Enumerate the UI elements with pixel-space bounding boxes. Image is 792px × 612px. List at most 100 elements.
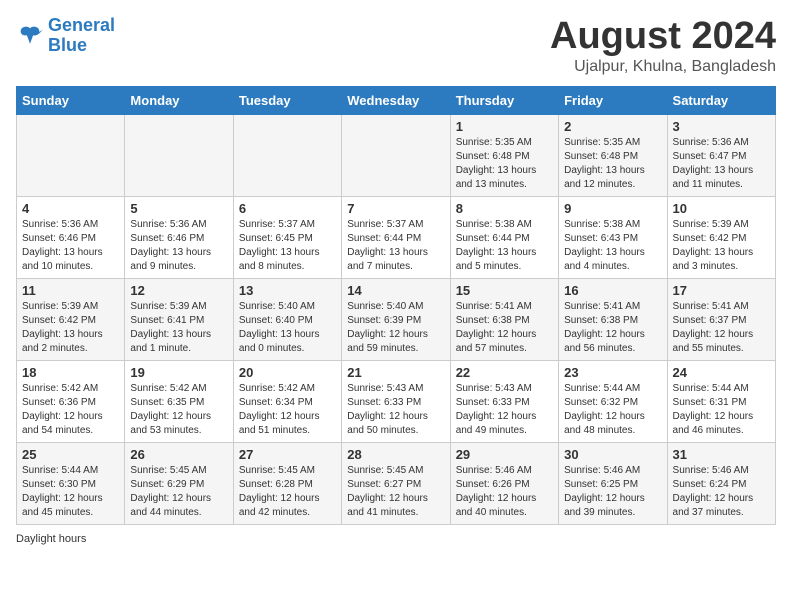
day-number: 12 [130,283,227,298]
day-info: Sunrise: 5:39 AM Sunset: 6:42 PM Dayligh… [673,218,770,274]
calendar-week-row: 1 Sunrise: 5:35 AM Sunset: 6:48 PM Daylig… [17,114,776,196]
logo: General Blue [16,16,115,56]
calendar-cell [342,114,450,196]
logo-icon [16,22,44,50]
day-number: 9 [564,201,661,216]
day-number: 20 [239,365,336,380]
calendar-cell: 16Sunrise: 5:41 AM Sunset: 6:38 PM Dayli… [559,278,667,360]
calendar-cell: 22Sunrise: 5:43 AM Sunset: 6:33 PM Dayli… [450,360,558,442]
day-number: 2 [564,119,661,134]
calendar-cell: 25Sunrise: 5:44 AM Sunset: 6:30 PM Dayli… [17,442,125,524]
calendar-cell: 2 Sunrise: 5:35 AM Sunset: 6:48 PM Daylig… [559,114,667,196]
day-info: Sunrise: 5:43 AM Sunset: 6:33 PM Dayligh… [347,382,444,438]
day-info: Sunrise: 5:40 AM Sunset: 6:40 PM Dayligh… [239,300,336,356]
day-info: Sunrise: 5:36 AM Sunset: 6:46 PM Dayligh… [22,218,119,274]
col-friday: Friday [559,86,667,114]
day-info: Sunrise: 5:42 AM Sunset: 6:36 PM Dayligh… [22,382,119,438]
day-info: Sunrise: 5:41 AM Sunset: 6:37 PM Dayligh… [673,300,770,356]
day-number: 4 [22,201,119,216]
calendar-cell [17,114,125,196]
calendar-cell: 9 Sunrise: 5:38 AM Sunset: 6:43 PM Daylig… [559,196,667,278]
day-info: Sunrise: 5:45 AM Sunset: 6:29 PM Dayligh… [130,464,227,520]
day-number: 17 [673,283,770,298]
col-saturday: Saturday [667,86,775,114]
logo-line1: General [48,15,115,35]
day-number: 28 [347,447,444,462]
day-info: Sunrise: 5:44 AM Sunset: 6:32 PM Dayligh… [564,382,661,438]
calendar-cell: 3 Sunrise: 5:36 AM Sunset: 6:47 PM Daylig… [667,114,775,196]
calendar-table: Sunday Monday Tuesday Wednesday Thursday… [16,86,776,525]
calendar-cell: 23 Sunrise: 5:44 AM Sunset: 6:32 PM Dayli… [559,360,667,442]
day-number: 29 [456,447,553,462]
calendar-cell: 18 Sunrise: 5:42 AM Sunset: 6:36 PM Dayli… [17,360,125,442]
calendar-week-row: 25Sunrise: 5:44 AM Sunset: 6:30 PM Dayli… [17,442,776,524]
page-title: August 2024 [550,16,776,58]
day-info: Sunrise: 5:46 AM Sunset: 6:26 PM Dayligh… [456,464,553,520]
day-info: Sunrise: 5:37 AM Sunset: 6:45 PM Dayligh… [239,218,336,274]
day-number: 10 [673,201,770,216]
day-info: Sunrise: 5:35 AM Sunset: 6:48 PM Dayligh… [456,136,553,192]
calendar-cell: 24 Sunrise: 5:44 AM Sunset: 6:31 PM Dayli… [667,360,775,442]
day-info: Sunrise: 5:41 AM Sunset: 6:38 PM Dayligh… [456,300,553,356]
day-number: 1 [456,119,553,134]
calendar-week-row: 18 Sunrise: 5:42 AM Sunset: 6:36 PM Dayli… [17,360,776,442]
day-info: Sunrise: 5:38 AM Sunset: 6:43 PM Dayligh… [564,218,661,274]
day-number: 31 [673,447,770,462]
day-info: Sunrise: 5:45 AM Sunset: 6:28 PM Dayligh… [239,464,336,520]
calendar-week-row: 4 Sunrise: 5:36 AM Sunset: 6:46 PM Daylig… [17,196,776,278]
day-info: Sunrise: 5:40 AM Sunset: 6:39 PM Dayligh… [347,300,444,356]
day-number: 7 [347,201,444,216]
calendar-cell: 31Sunrise: 5:46 AM Sunset: 6:24 PM Dayli… [667,442,775,524]
day-number: 13 [239,283,336,298]
day-number: 3 [673,119,770,134]
calendar-cell: 13 Sunrise: 5:40 AM Sunset: 6:40 PM Dayli… [233,278,341,360]
calendar-cell: 10 Sunrise: 5:39 AM Sunset: 6:42 PM Dayli… [667,196,775,278]
day-number: 19 [130,365,227,380]
day-number: 5 [130,201,227,216]
calendar-cell: 30Sunrise: 5:46 AM Sunset: 6:25 PM Dayli… [559,442,667,524]
logo-line2: Blue [48,35,87,55]
day-number: 18 [22,365,119,380]
calendar-cell: 19Sunrise: 5:42 AM Sunset: 6:35 PM Dayli… [125,360,233,442]
calendar-cell: 1 Sunrise: 5:35 AM Sunset: 6:48 PM Daylig… [450,114,558,196]
day-number: 30 [564,447,661,462]
calendar-cell: 11 Sunrise: 5:39 AM Sunset: 6:42 PM Dayli… [17,278,125,360]
calendar-cell: 26Sunrise: 5:45 AM Sunset: 6:29 PM Dayli… [125,442,233,524]
calendar-cell: 27 Sunrise: 5:45 AM Sunset: 6:28 PM Dayli… [233,442,341,524]
calendar-cell: 21 Sunrise: 5:43 AM Sunset: 6:33 PM Dayli… [342,360,450,442]
calendar-cell: 6 Sunrise: 5:37 AM Sunset: 6:45 PM Daylig… [233,196,341,278]
calendar-cell: 29 Sunrise: 5:46 AM Sunset: 6:26 PM Dayli… [450,442,558,524]
day-info: Sunrise: 5:35 AM Sunset: 6:48 PM Dayligh… [564,136,661,192]
calendar-cell: 8Sunrise: 5:38 AM Sunset: 6:44 PM Daylig… [450,196,558,278]
day-number: 23 [564,365,661,380]
day-info: Sunrise: 5:44 AM Sunset: 6:31 PM Dayligh… [673,382,770,438]
calendar-cell [233,114,341,196]
day-number: 24 [673,365,770,380]
legend: Daylight hours [16,533,776,545]
title-area: August 2024 Ujalpur, Khulna, Bangladesh [550,16,776,76]
day-number: 6 [239,201,336,216]
day-number: 21 [347,365,444,380]
day-number: 15 [456,283,553,298]
day-number: 11 [22,283,119,298]
calendar-cell: 14 Sunrise: 5:40 AM Sunset: 6:39 PM Dayli… [342,278,450,360]
col-sunday: Sunday [17,86,125,114]
calendar-week-row: 11 Sunrise: 5:39 AM Sunset: 6:42 PM Dayli… [17,278,776,360]
calendar-cell: 7Sunrise: 5:37 AM Sunset: 6:44 PM Daylig… [342,196,450,278]
col-thursday: Thursday [450,86,558,114]
calendar-body: 1 Sunrise: 5:35 AM Sunset: 6:48 PM Daylig… [17,114,776,524]
calendar-cell: 4 Sunrise: 5:36 AM Sunset: 6:46 PM Daylig… [17,196,125,278]
calendar-cell: 20 Sunrise: 5:42 AM Sunset: 6:34 PM Dayli… [233,360,341,442]
day-info: Sunrise: 5:44 AM Sunset: 6:30 PM Dayligh… [22,464,119,520]
day-info: Sunrise: 5:39 AM Sunset: 6:42 PM Dayligh… [22,300,119,356]
day-info: Sunrise: 5:45 AM Sunset: 6:27 PM Dayligh… [347,464,444,520]
day-number: 14 [347,283,444,298]
day-info: Sunrise: 5:36 AM Sunset: 6:47 PM Dayligh… [673,136,770,192]
day-number: 27 [239,447,336,462]
day-number: 16 [564,283,661,298]
col-tuesday: Tuesday [233,86,341,114]
calendar-cell: 12Sunrise: 5:39 AM Sunset: 6:41 PM Dayli… [125,278,233,360]
day-info: Sunrise: 5:42 AM Sunset: 6:34 PM Dayligh… [239,382,336,438]
col-monday: Monday [125,86,233,114]
legend-label: Daylight hours [16,533,86,545]
